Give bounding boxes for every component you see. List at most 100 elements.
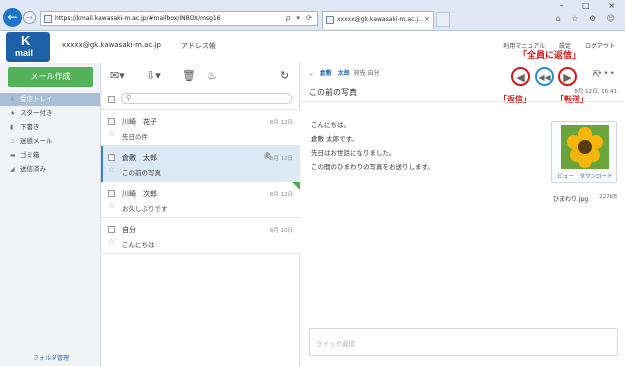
search-input[interactable]: ⚲ <box>121 93 292 104</box>
new-tab-button[interactable] <box>436 12 450 27</box>
send-icon: ◢ <box>10 166 15 173</box>
attachment-actions[interactable]: ビュー ダウンロード <box>552 172 618 180</box>
trash-icon: ▬ <box>10 152 16 159</box>
tab-close-icon[interactable]: × <box>424 15 430 23</box>
body-line: この間のひまわりの写真をお送りします。 <box>311 163 434 171</box>
message-subject: お久しぶりです <box>122 205 168 213</box>
message-checkbox[interactable] <box>108 154 115 161</box>
address-book-link[interactable]: アドレス帳 <box>181 41 216 51</box>
spam-icon[interactable]: ♨ <box>207 69 217 82</box>
annotation-forward: 「転送」 <box>556 95 588 104</box>
sidebar-item-label: 受信トレイ <box>20 95 53 103</box>
refresh-icon[interactable]: ↻ <box>280 69 289 82</box>
message-date: 8月 12日 <box>269 156 293 162</box>
logout-link[interactable]: ログアウト <box>585 43 615 50</box>
reading-pane: ⌄ 倉敷 太郎 宛先 自分 ◀ ◀◀ ▶ ⇱ ••• 「返信」 「転送」 この前… <box>301 63 625 366</box>
sidebar-item-sent[interactable]: ◢ 送信済み <box>0 163 100 176</box>
message-subject: こんにちは <box>122 241 155 249</box>
sidebar-item-label: 迷惑メール <box>20 137 53 145</box>
address-bar[interactable]: https://kmail.kawasaki-m.ac.jp/#mailbox/… <box>40 11 318 26</box>
list-search-row: ⚲ <box>101 89 300 110</box>
browser-tab[interactable]: xxxxx@gk.kawasaki-m.ac.j... × <box>322 11 434 29</box>
message-datetime: 8月 12日, 16:41 <box>574 89 617 95</box>
sidebar-item-drafts[interactable]: ▮ 下書き <box>0 121 100 134</box>
tab-page-icon <box>326 16 334 24</box>
quick-reply-field[interactable]: クイック返信 <box>309 328 618 356</box>
move-icon[interactable]: ⇩▾ <box>146 69 161 82</box>
select-all-checkbox[interactable] <box>108 96 115 103</box>
page-icon <box>44 15 52 23</box>
list-item[interactable]: ☆ 川崎 花子 先日の件 8月 12日 <box>101 110 300 146</box>
sidebar-item-label: 下書き <box>20 123 40 131</box>
body-line: こんにちは。 <box>311 121 350 129</box>
list-item[interactable]: ☆ 自分 こんにちは 8月 10日 <box>101 218 300 254</box>
message-sender: 川崎 花子 <box>122 118 157 126</box>
message-sender: 川崎 次郎 <box>122 190 157 198</box>
collapse-icon[interactable]: ⌄ <box>309 70 314 77</box>
annotation-reply-all: 「全員に返信」 <box>518 51 582 61</box>
sidebar-item-label: 送信済み <box>20 165 46 173</box>
divider <box>301 101 625 102</box>
message-sender: 自分 <box>122 226 136 234</box>
draft-icon: ▮ <box>10 124 14 131</box>
sidebar-item-spam[interactable]: ♨ 迷惑メール <box>0 135 100 148</box>
tab-title: xxxxx@gk.kawasaki-m.ac.j... <box>337 16 424 23</box>
mark-read-icon[interactable]: ✉▾ <box>110 69 125 82</box>
logo-mail: mail <box>15 48 34 58</box>
to-label: 宛先 自分 <box>353 70 380 77</box>
body-line: 先日はお世話になりました。 <box>311 149 396 157</box>
back-button[interactable]: ← <box>3 8 22 27</box>
sidebar-item-starred[interactable]: ★ スター付き <box>0 107 100 120</box>
reply-button[interactable]: ◀ <box>511 67 530 86</box>
window-controls[interactable]: – □ × <box>560 1 623 10</box>
reply-all-button[interactable]: ◀◀ <box>535 67 554 86</box>
more-icon[interactable]: ••• <box>597 69 616 79</box>
sidebar-item-label: スター付き <box>20 109 53 117</box>
message-checkbox[interactable] <box>108 190 115 197</box>
attachment-card[interactable]: ビュー ダウンロード <box>551 121 617 183</box>
logo-k: K <box>21 33 31 48</box>
message-subject: この前の写真 <box>122 169 161 177</box>
list-item[interactable]: ☆ 川崎 次郎 お久しぶりです 8月 12日 <box>101 182 300 218</box>
browser-tools-icons[interactable]: ⌂ ☆ ⚙ ☺ <box>556 14 619 23</box>
search-icon: ⚲ <box>126 94 132 102</box>
quick-reply-placeholder: クイック返信 <box>316 340 355 348</box>
folder-admin-link[interactable]: フォルダ管理 <box>33 353 69 362</box>
sunflower-thumbnail[interactable] <box>561 125 609 169</box>
address-tools[interactable]: ρ ▾ ⟳ <box>286 14 314 22</box>
flame-icon: ♨ <box>10 138 16 145</box>
kmail-logo[interactable]: K mail <box>6 32 50 62</box>
inbox-icon: ⇩ <box>10 96 16 103</box>
compose-button[interactable]: メール作成 <box>8 67 93 87</box>
forward-button[interactable]: ▶ <box>558 67 577 86</box>
forward-button[interactable]: → <box>23 11 36 24</box>
message-subject: 先日の件 <box>122 133 148 141</box>
list-item[interactable]: ☆ 倉敷 太郎 この前の写真 🖇 8月 12日 <box>101 146 300 182</box>
message-checkbox[interactable] <box>108 226 115 233</box>
from-name[interactable]: 倉敷 太郎 <box>320 70 350 77</box>
message-sender: 倉敷 太郎 <box>122 154 157 162</box>
star-icon[interactable]: ☆ <box>108 165 115 174</box>
message-date: 8月 12日 <box>269 120 293 126</box>
sidebar-item-label: ゴミ箱 <box>20 151 40 159</box>
star-icon[interactable]: ☆ <box>108 237 115 246</box>
message-list: ✉▾ ⇩▾ 🗑 ♨ ↻ ⚲ ☆ 川崎 花子 先日の件 8月 12日 ☆ 倉敷 太… <box>101 63 300 366</box>
message-checkbox[interactable] <box>108 118 115 125</box>
message-subject-title: この前の写真 <box>309 88 357 97</box>
star-icon[interactable]: ☆ <box>108 129 115 138</box>
body-line: 倉敷 太郎です。 <box>311 135 358 143</box>
attachment-name: ひまわり.jpg <box>553 196 589 203</box>
message-header-line: ⌄ 倉敷 太郎 宛先 自分 <box>309 68 380 77</box>
star-icon: ★ <box>10 110 16 117</box>
account-address: xxxxx@gk.kawasaki-m.ac.jp <box>62 41 161 49</box>
sidebar-item-inbox[interactable]: ⇩ 受信トレイ <box>0 93 100 106</box>
annotation-reply: 「返信」 <box>499 95 531 104</box>
attachment-size: 227KB <box>599 194 617 200</box>
star-icon[interactable]: ☆ <box>108 201 115 210</box>
sidebar-item-trash[interactable]: ▬ ゴミ箱 <box>0 149 100 162</box>
message-date: 8月 10日 <box>269 228 293 234</box>
trash-icon[interactable]: 🗑 <box>182 69 196 82</box>
sidebar: メール作成 ⇩ 受信トレイ ★ スター付き ▮ 下書き ♨ 迷惑メール ▬ ゴミ箱 ◢ 送信… <box>0 63 101 366</box>
browser-toolbar: ← → https://kmail.kawasaki-m.ac.jp/#mail… <box>0 0 625 31</box>
url-text[interactable]: https://kmail.kawasaki-m.ac.jp/#mailbox/… <box>55 15 221 22</box>
